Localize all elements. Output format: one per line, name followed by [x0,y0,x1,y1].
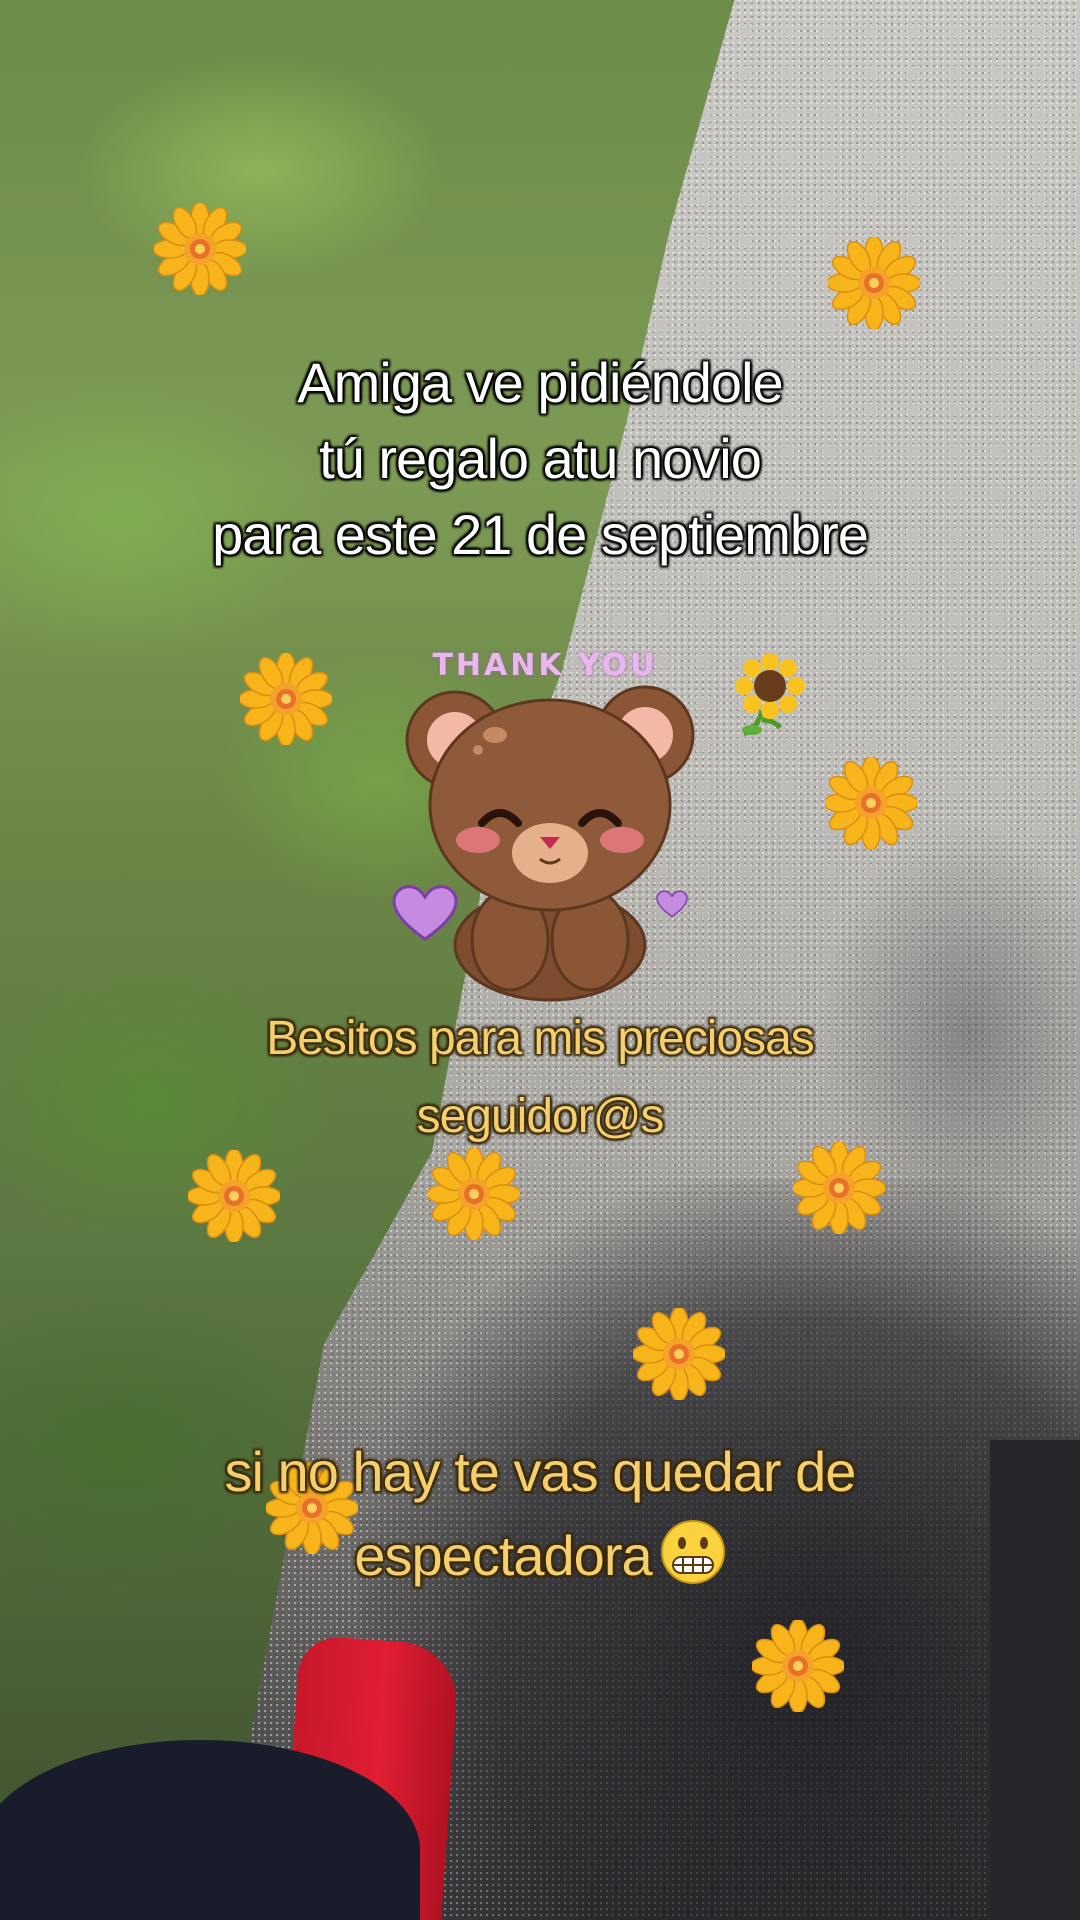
teddy-bear-icon [405,685,695,1002]
flower-icon [825,757,917,849]
flower-icon [154,203,246,295]
flower-icon [828,237,920,329]
sunflower-icon [735,653,805,737]
caption-bottom: si no hay te vas quedar de espectadora [224,1440,857,1587]
heart-icon [392,885,458,941]
caption-top: Amiga ve pidiéndole tú regalo atu novio … [212,351,869,566]
flower-icon [240,653,332,745]
flower-icon [633,1308,725,1400]
flower-icon [188,1150,280,1242]
flower-icon [428,1148,520,1240]
grimacing-face-icon [660,1520,725,1584]
heart-icon [656,890,688,918]
flower-icon [752,1620,844,1712]
caption-middle: Besitos para mis preciosas seguidor@s [266,1012,815,1143]
